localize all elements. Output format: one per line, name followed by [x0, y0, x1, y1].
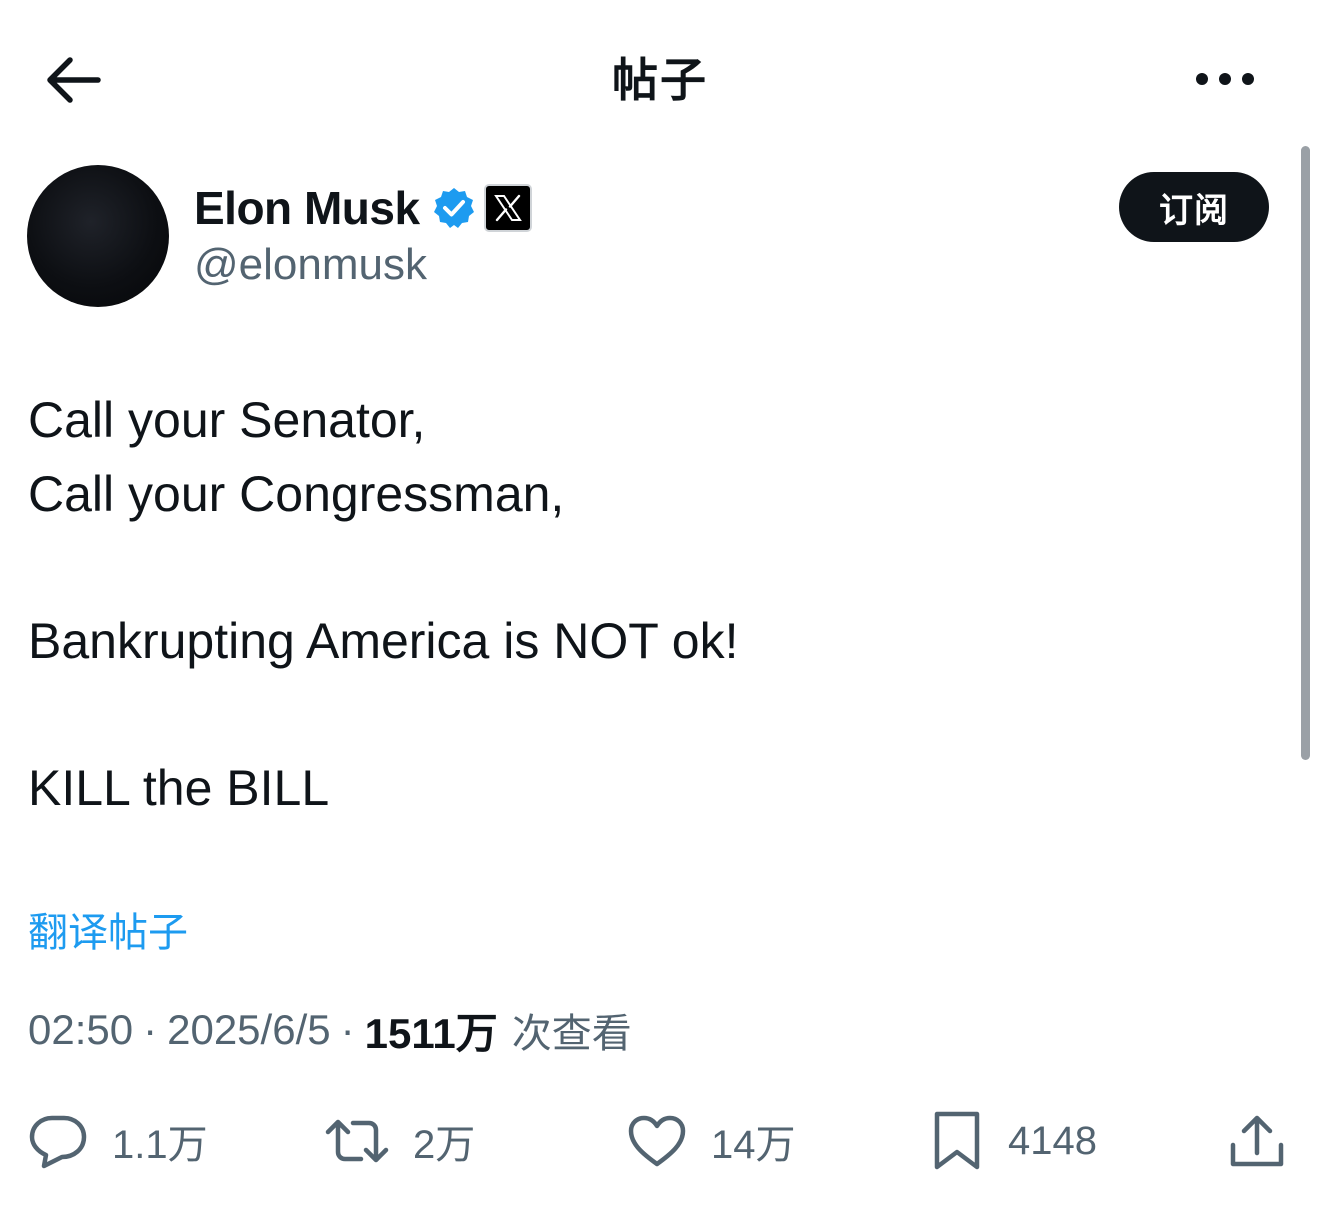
views-label: 次查看 — [511, 1011, 632, 1057]
avatar[interactable] — [27, 165, 169, 307]
reply-icon — [29, 1115, 87, 1169]
bookmark-button[interactable]: 4148 — [930, 1106, 1097, 1176]
share-icon — [1230, 1115, 1284, 1167]
more-options-button[interactable] — [1190, 52, 1260, 106]
post-text-line: Call your Congressman, — [28, 466, 565, 522]
meta-separator: · — [143, 1006, 158, 1053]
author-name-row: Elon Musk — [194, 178, 532, 238]
post-text-line: Call your Senator, — [28, 392, 426, 448]
author-handle[interactable]: @elonmusk — [194, 240, 427, 290]
page-title: 帖子 — [612, 53, 708, 107]
heart-icon — [628, 1115, 686, 1167]
translate-post-link[interactable]: 翻译帖子 — [28, 900, 188, 958]
x-logo-icon — [493, 194, 522, 222]
post-text-line: Bankrupting America is NOT ok! — [28, 613, 739, 669]
repost-button[interactable]: 2万 — [325, 1106, 475, 1176]
views-count[interactable]: 1511万 — [365, 1000, 498, 1061]
verified-badge-icon — [433, 188, 474, 228]
repost-count: 2万 — [413, 1123, 476, 1167]
scrollbar[interactable] — [1301, 146, 1310, 760]
top-bar: 帖子 — [0, 0, 1320, 150]
post-meta: 02:50 · 2025/6/5 · 1511万 次查看 — [28, 1000, 632, 1060]
more-horizontal-icon — [1196, 73, 1254, 85]
post-date[interactable]: 2025/6/5 — [167, 1006, 331, 1054]
reply-button[interactable]: 1.1万 — [28, 1106, 208, 1176]
bookmark-icon — [934, 1111, 980, 1170]
subscribe-button[interactable]: 订阅 — [1119, 172, 1269, 242]
author-name[interactable]: Elon Musk — [194, 181, 420, 235]
reply-count: 1.1万 — [112, 1123, 208, 1167]
affiliate-badge[interactable] — [483, 184, 532, 232]
post-text-line: KILL the BILL — [28, 760, 330, 816]
post-time[interactable]: 02:50 — [28, 1006, 133, 1054]
bookmark-count: 4148 — [1008, 1118, 1097, 1163]
share-button[interactable] — [1228, 1106, 1286, 1176]
like-count: 14万 — [711, 1123, 796, 1167]
like-button[interactable]: 14万 — [627, 1106, 796, 1176]
meta-separator: · — [340, 1006, 355, 1053]
repost-icon — [325, 1119, 389, 1163]
